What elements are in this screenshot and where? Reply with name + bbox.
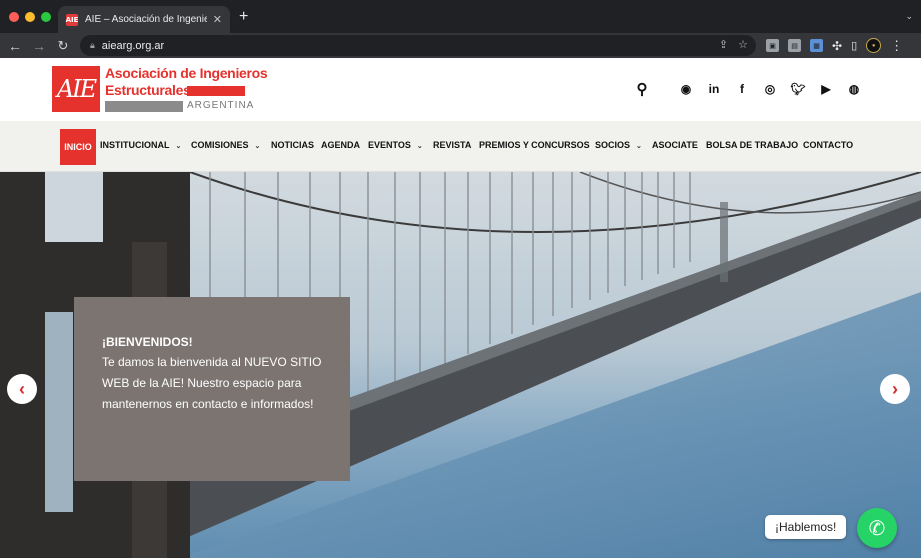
minimize-window-button[interactable] bbox=[25, 12, 35, 22]
browser-toolbar: ← → ↻ 🔒︎ aiearg.org.ar ⇪ ☆ ▣ ▤ ▦ ✣ ▯ ● ⋮ bbox=[0, 33, 921, 58]
issuu-icon[interactable]: ◍ bbox=[840, 82, 868, 96]
bookmark-star-icon[interactable]: ☆ bbox=[738, 38, 748, 51]
aie-logo[interactable]: AIE bbox=[52, 66, 100, 112]
forward-icon[interactable]: → bbox=[29, 38, 49, 54]
welcome-text: Te damos la bienvenida al NUEVO SITIO WE… bbox=[102, 355, 322, 411]
twitter-icon[interactable]: 🐦︎ bbox=[784, 82, 812, 96]
nav-item-bolsa[interactable]: BOLSA DE TRABAJO bbox=[706, 140, 798, 150]
address-bar[interactable]: 🔒︎ aiearg.org.ar ⇪ ☆ bbox=[80, 35, 756, 56]
social-links: ⚲ ◉ in f ◎ 🐦︎ ▶ ◍ bbox=[634, 80, 868, 98]
org-name-line1: Asociación de Ingenieros bbox=[105, 65, 268, 81]
nav-item-premios[interactable]: PREMIOS Y CONCURSOS bbox=[479, 140, 590, 150]
nav-label: COMISIONES bbox=[191, 140, 249, 150]
maximize-window-button[interactable] bbox=[41, 12, 51, 22]
whatsapp-chat-button[interactable]: ✆ bbox=[857, 508, 897, 548]
chevron-down-icon: ⌄ bbox=[416, 143, 423, 150]
logo-red-bar bbox=[187, 86, 245, 96]
extension-icon[interactable]: ▤ bbox=[788, 39, 801, 52]
nav-item-comisiones[interactable]: COMISIONES ⌄ bbox=[191, 140, 260, 150]
browser-tab[interactable]: AIE AIE – Asociación de Ingenieros ✕ bbox=[58, 6, 230, 33]
reload-icon[interactable]: ↻ bbox=[53, 38, 73, 54]
nav-label: EVENTOS bbox=[368, 140, 411, 150]
profile-avatar[interactable]: ● bbox=[866, 38, 882, 53]
chevron-down-icon: ⌄ bbox=[175, 143, 182, 150]
chevron-down-icon: ⌄ bbox=[254, 143, 261, 150]
slider-prev-button[interactable]: ‹ bbox=[7, 374, 37, 404]
lock-icon: 🔒︎ bbox=[90, 40, 95, 50]
search-icon[interactable]: ⚲ bbox=[634, 80, 650, 98]
nav-item-inicio[interactable]: INICIO bbox=[60, 129, 96, 165]
site-header: AIE Asociación de Ingenieros Estructural… bbox=[0, 58, 921, 121]
extension-icon[interactable]: ▣ bbox=[766, 39, 779, 52]
welcome-title: ¡BIENVENIDOS! bbox=[102, 335, 193, 349]
slider-next-button[interactable]: › bbox=[880, 374, 910, 404]
org-country: ARGENTINA bbox=[187, 100, 255, 111]
puzzle-extensions-icon[interactable]: ✣ bbox=[832, 39, 842, 53]
nav-item-asociate[interactable]: ASOCIATE bbox=[652, 140, 698, 150]
nav-item-institucional[interactable]: INSTITUCIONAL ⌄ bbox=[100, 140, 181, 150]
whatsapp-icon[interactable]: ◉ bbox=[672, 82, 700, 96]
instagram-icon[interactable]: ◎ bbox=[756, 82, 784, 96]
tab-close-icon[interactable]: ✕ bbox=[213, 13, 222, 26]
whatsapp-icon: ✆ bbox=[868, 517, 886, 540]
extensions-area: ▣ ▤ ▦ ✣ ▯ ● ⋮ bbox=[766, 33, 903, 58]
linkedin-icon[interactable]: in bbox=[700, 82, 728, 96]
nav-label: INSTITUCIONAL bbox=[100, 140, 170, 150]
org-name-line2: Estructurales bbox=[105, 82, 191, 98]
browser-tab-bar: AIE AIE – Asociación de Ingenieros ✕ + ⌄ bbox=[0, 0, 921, 33]
chevron-down-icon: ⌄ bbox=[636, 143, 642, 150]
chat-label[interactable]: ¡Hablemos! bbox=[765, 515, 847, 539]
nav-item-noticias[interactable]: NOTICIAS bbox=[271, 140, 314, 150]
back-icon[interactable]: ← bbox=[5, 38, 25, 54]
window-controls bbox=[9, 12, 51, 22]
tab-title: AIE – Asociación de Ingenieros bbox=[85, 14, 207, 25]
tab-search-icon[interactable]: ⌄ bbox=[905, 11, 913, 22]
hero-slider: ¡BIENVENIDOS! Te damos la bienvenida al … bbox=[0, 172, 921, 558]
youtube-icon[interactable]: ▶ bbox=[812, 82, 840, 96]
nav-item-socios[interactable]: SOCIOS ⌄ bbox=[595, 140, 642, 150]
nav-label: SOCIOS bbox=[595, 140, 631, 150]
new-tab-icon[interactable]: + bbox=[239, 8, 248, 26]
welcome-box: ¡BIENVENIDOS! Te damos la bienvenida al … bbox=[74, 297, 350, 481]
share-icon[interactable]: ⇪ bbox=[719, 38, 728, 51]
favicon-icon: AIE bbox=[65, 13, 79, 26]
logo-grey-bar bbox=[105, 101, 183, 112]
facebook-icon[interactable]: f bbox=[728, 82, 756, 96]
nav-item-contacto[interactable]: CONTACTO bbox=[803, 140, 853, 150]
nav-item-agenda[interactable]: AGENDA bbox=[321, 140, 360, 150]
url-text: aiearg.org.ar bbox=[101, 39, 165, 52]
nav-item-eventos[interactable]: EVENTOS ⌄ bbox=[368, 140, 423, 150]
extension-icon[interactable]: ▦ bbox=[810, 39, 823, 52]
main-nav: INICIO INSTITUCIONAL ⌄ COMISIONES ⌄ NOTICI… bbox=[0, 121, 921, 172]
nav-item-revista[interactable]: REVISTA bbox=[433, 140, 471, 150]
side-panel-icon[interactable]: ▯ bbox=[851, 39, 857, 52]
close-window-button[interactable] bbox=[9, 12, 19, 22]
browser-menu-icon[interactable]: ⋮ bbox=[890, 38, 903, 54]
